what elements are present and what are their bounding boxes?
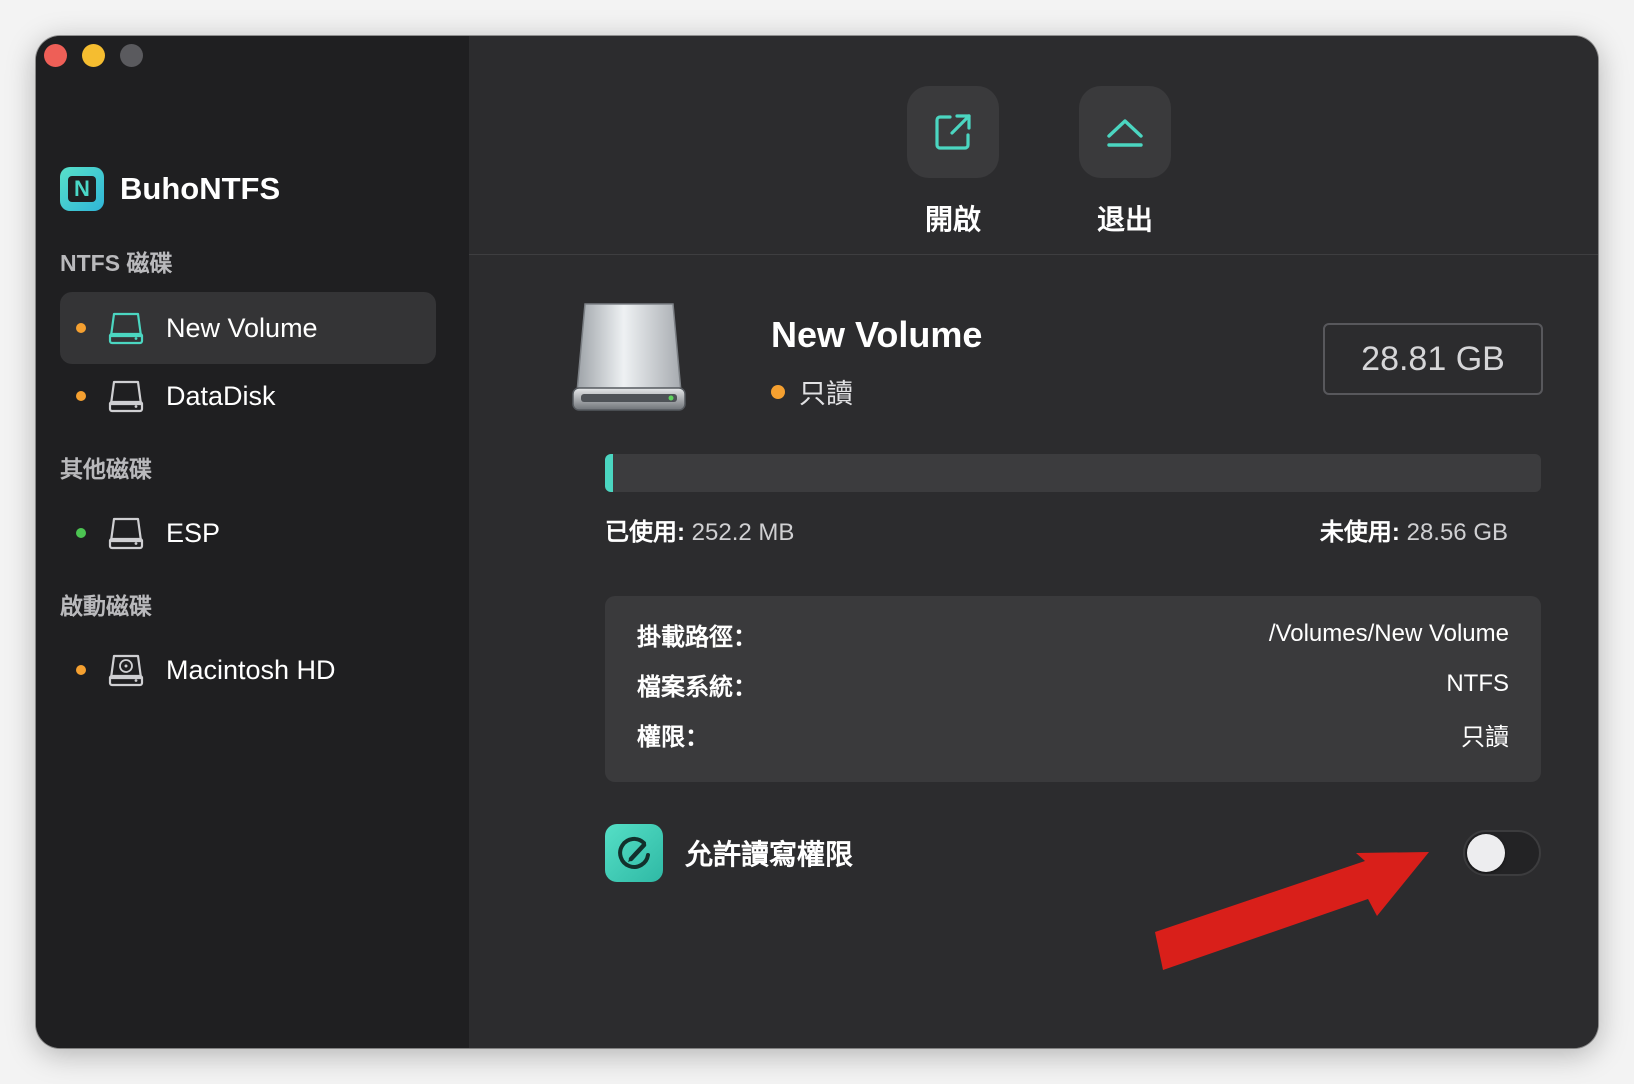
section-label-other: 其他磁碟 xyxy=(60,456,152,482)
used-space-value: 252.2 MB xyxy=(691,519,795,546)
volume-status-text: 只讀 xyxy=(799,379,853,409)
toggle-knob[interactable] xyxy=(1467,834,1505,872)
logo-letter: N xyxy=(68,176,96,202)
usage-bar-fill xyxy=(605,454,614,492)
volume-name: New Volume xyxy=(771,314,983,355)
external-drive-icon xyxy=(108,312,144,345)
info-key: 權限： xyxy=(637,723,709,751)
app-brand: N BuhoNTFS xyxy=(60,167,280,211)
sidebar-item-label: ESP xyxy=(166,517,221,548)
main-panel: 開啟 退出 New Volume 只讀 28.81 GB 已使用: 252.2 … xyxy=(469,36,1598,1048)
read-write-toggle[interactable] xyxy=(1463,830,1541,876)
sidebar-item-macintosh-hd[interactable]: Macintosh HD xyxy=(60,634,436,706)
info-value: /Volumes/New Volume xyxy=(1268,620,1509,647)
external-drive-icon xyxy=(108,517,144,550)
pencil-circle-icon xyxy=(618,836,650,869)
eject-button-icon-box[interactable] xyxy=(1079,86,1171,178)
red-arrow-annotation-icon xyxy=(1155,852,1429,970)
app-name: BuhoNTFS xyxy=(120,171,281,206)
usage-bar xyxy=(605,454,1541,492)
info-value: 只讀 xyxy=(1461,723,1509,751)
sidebar-item-label: New Volume xyxy=(166,312,318,343)
used-space-label: 已使用: xyxy=(605,519,685,546)
used-space: 已使用: 252.2 MB xyxy=(605,512,794,547)
info-key: 檔案系統： xyxy=(637,673,757,701)
sidebar-item-datadisk[interactable]: DataDisk xyxy=(60,360,436,432)
read-write-label: 允許讀寫權限 xyxy=(685,839,854,870)
app-window: N BuhoNTFS NTFS 磁碟 New Volume DataDisk 其… xyxy=(36,36,1598,1048)
open-external-icon xyxy=(935,114,971,150)
zoom-window-button[interactable] xyxy=(120,44,143,67)
status-dot xyxy=(76,528,86,538)
free-space-label: 未使用: xyxy=(1319,519,1400,546)
status-dot xyxy=(76,391,86,401)
sidebar-item-label: Macintosh HD xyxy=(166,654,336,685)
sidebar-item-esp[interactable]: ESP xyxy=(60,497,436,569)
info-row-mount-path: 掛載路徑： /Volumes/New Volume xyxy=(637,614,1509,654)
traffic-lights xyxy=(44,44,143,67)
volume-status: 只讀 xyxy=(771,372,853,411)
toolbar-divider xyxy=(469,254,1598,255)
status-dot xyxy=(76,323,86,333)
drive-image-icon xyxy=(572,303,686,411)
edit-permission-icon xyxy=(605,824,663,882)
eject-button[interactable]: 退出 xyxy=(1079,86,1171,238)
eject-icon xyxy=(1107,119,1143,147)
section-label-startup: 啟動磁碟 xyxy=(60,593,152,619)
capacity-badge: 28.81 GB xyxy=(1323,323,1543,395)
open-button-label: 開啟 xyxy=(924,204,981,235)
minimize-window-button[interactable] xyxy=(82,44,105,67)
free-space: 未使用: 28.56 GB xyxy=(1320,512,1508,547)
info-row-permission: 權限： 只讀 xyxy=(637,714,1509,754)
eject-button-label: 退出 xyxy=(1096,204,1153,235)
external-drive-icon xyxy=(108,380,144,413)
close-window-button[interactable] xyxy=(44,44,67,67)
section-label-ntfs: NTFS 磁碟 xyxy=(60,250,173,276)
internal-drive-icon xyxy=(108,654,144,687)
sidebar-item-new-volume[interactable]: New Volume xyxy=(60,292,436,364)
open-button[interactable]: 開啟 xyxy=(907,86,999,238)
app-logo-icon: N xyxy=(60,167,104,211)
volume-status-dot xyxy=(771,384,785,399)
free-space-value: 28.56 GB xyxy=(1406,519,1508,546)
sidebar-item-label: DataDisk xyxy=(166,380,276,411)
open-button-icon-box[interactable] xyxy=(907,86,999,178)
status-dot xyxy=(76,665,86,675)
volume-info-panel: 掛載路徑： /Volumes/New Volume 檔案系統： NTFS 權限：… xyxy=(605,596,1541,782)
read-write-setting: 允許讀寫權限 xyxy=(605,824,853,882)
info-row-file-system: 檔案系統： NTFS xyxy=(637,664,1509,704)
sidebar: N BuhoNTFS NTFS 磁碟 New Volume DataDisk 其… xyxy=(36,36,469,1048)
info-key: 掛載路徑： xyxy=(637,623,757,651)
info-value: NTFS xyxy=(1446,670,1509,697)
